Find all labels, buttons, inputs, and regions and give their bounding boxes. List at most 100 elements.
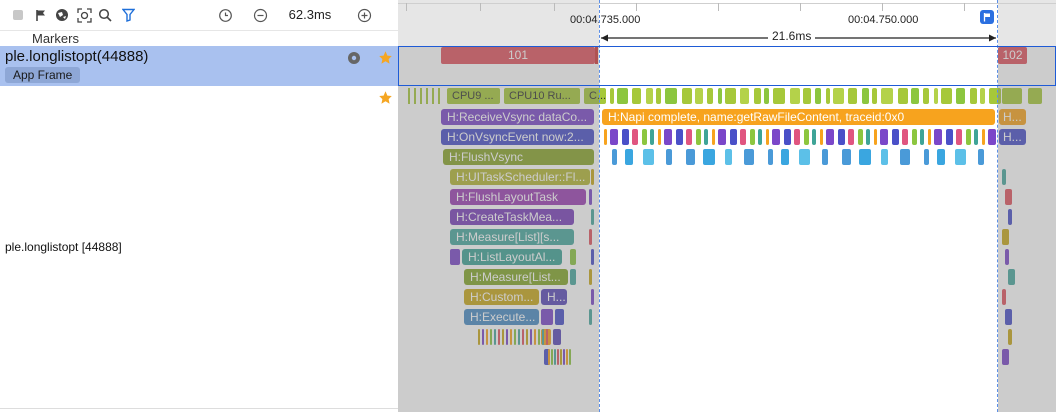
trace-mini-slice [799,149,810,165]
zoom-level-value: 62.3ms [288,7,332,22]
trace-mini-slice [506,329,508,345]
trace-mini-slice [725,149,732,165]
capture-icon[interactable] [76,6,92,24]
trace-mini-slice [553,329,561,345]
trace-mini-slice [956,129,962,145]
trace-mini-slice [974,129,978,145]
trace-mini-slice [946,129,953,145]
trace-mini-slice [604,129,607,145]
trace-mini-slice [784,129,791,145]
trace-mini-slice [664,129,672,145]
trace-mini-slice [1005,189,1012,205]
trace-mini-slice [530,329,532,345]
zoom-in-icon[interactable] [355,6,373,24]
filter-icon[interactable] [120,6,136,24]
trace-mini-slice [696,129,701,145]
trace-mini-slice [650,129,654,145]
trace-mini-slice [570,269,576,285]
zoom-out-icon[interactable] [251,6,269,24]
trace-mini-slice [937,149,945,165]
trace-mini-slice [514,329,516,345]
timeline-panel[interactable]: 00:04.735.000 00:04.750.000 21.6ms 101 1… [398,0,1056,412]
trace-mini-slice [570,249,576,265]
trace-mini-slice [966,129,971,145]
settings-icon[interactable] [347,51,361,65]
trace-mini-slice [591,289,594,305]
flag-icon[interactable] [33,6,49,24]
trace-mini-slice [591,169,594,185]
trace-mini-slice [982,129,985,145]
trace-mini-slice [557,349,559,365]
trace-mini-slice [704,129,708,145]
trace-mini-slice [912,129,917,145]
trace-mini-slice [881,149,888,165]
process-track-title: ple.longlistopt(44888) [5,48,149,65]
trace-mini-slice [768,149,773,165]
trace-mini-slice [822,149,828,165]
trace-mini-slice [842,149,851,165]
trace-mini-slice [478,329,480,345]
trace-mini-slice [772,129,780,145]
trace-mini-slice [625,149,633,165]
trace-mini-slice [812,129,816,145]
trace-mini-slice [730,129,737,145]
trace-mini-slice [874,129,877,145]
trace-mini-slice [526,329,528,345]
trace-mini-slice [900,149,910,165]
track-label-panel: 62.3ms Markers ple.longlistopt(44888) Ap… [0,0,398,412]
trace-mini-slice [859,149,871,165]
trace-mini-slice [482,329,484,345]
trace-mini-slice [712,129,715,145]
star-icon[interactable] [378,50,394,66]
trace-mini-slice [563,349,565,365]
trace-mini-slice [534,329,536,345]
markers-label: Markers [32,31,79,46]
trace-mini-slice [541,309,553,325]
reset-zoom-icon[interactable] [216,6,234,24]
square-icon[interactable] [10,6,26,24]
trace-mini-slice [766,129,769,145]
trace-mini-slice [632,129,638,145]
trace-mini-slice [554,349,556,365]
trace-mini-slice [826,129,834,145]
trace-mini-slice [490,329,492,345]
trace-mini-slice [450,249,460,265]
trace-mini-slice [924,149,929,165]
trace-mini-slice [686,129,692,145]
trace-mini-slice [1008,269,1015,285]
trace-mini-slice [750,129,755,145]
trace-mini-slice [591,209,594,225]
trace-mini-slice [551,349,553,365]
trace-mini-slice [804,129,809,145]
trace-mini-slice [610,129,618,145]
trace-mini-slice [781,149,789,165]
trace-mini-slice [622,129,629,145]
globe-icon[interactable] [54,6,70,24]
trace-mini-slice [1002,349,1009,365]
thread-track-title: ple.longlistopt [44888] [5,240,122,254]
trace-mini-slice [502,329,504,345]
process-track-header[interactable]: ple.longlistopt(44888) App Frame [0,46,398,86]
thread-star-icon[interactable] [378,90,394,106]
trace-mini-slice [955,149,966,165]
trace-mini-slice [1002,169,1006,185]
trace-mini-slice [794,129,800,145]
trace-mini-slice [1005,249,1009,265]
trace-mini-slice [589,189,592,205]
selected-track-outline [398,46,1056,86]
trace-mini-slice [518,329,520,345]
trace-mini-slice [718,129,726,145]
trace-mini-slice [758,129,762,145]
toolbar: 62.3ms [0,0,398,31]
trace-mini-slice [744,149,754,165]
trace-mini-slice [1008,329,1012,345]
trace-mini-slice [703,149,715,165]
app-frame-badge: App Frame [5,67,81,83]
trace-mini-slice [666,149,672,165]
trace-mini-slice [892,129,899,145]
trace-mini-slice [858,129,863,145]
trace-mini-slice [642,129,647,145]
trace-mini-slice [555,309,564,325]
search-icon[interactable] [97,6,113,24]
trace-mini-slice [589,269,592,285]
